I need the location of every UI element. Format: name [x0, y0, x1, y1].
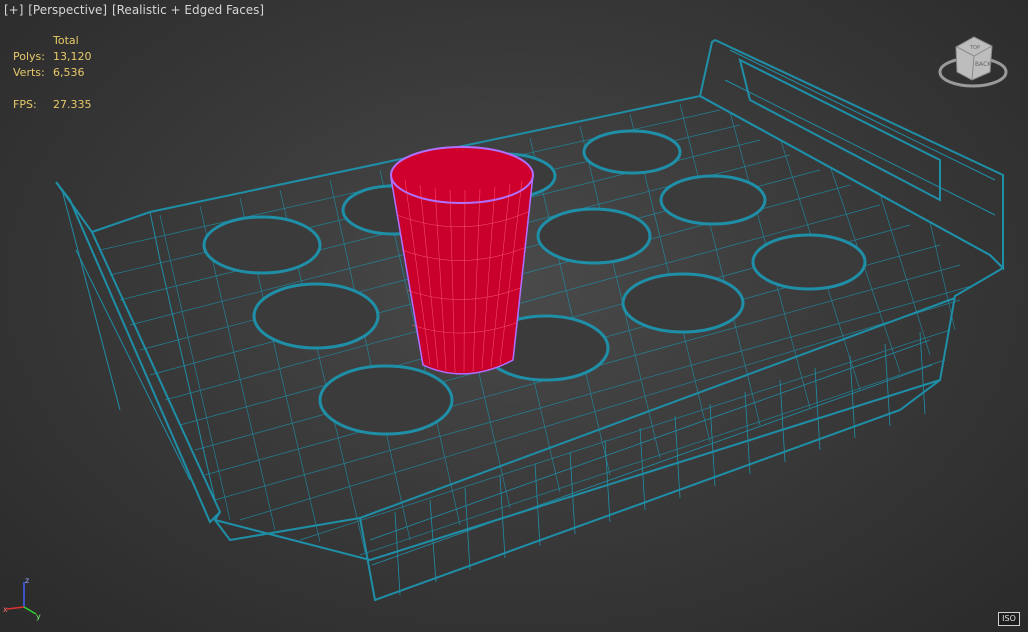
axis-x-label: x	[3, 605, 8, 614]
3d-viewport[interactable]: TOP BACK z x y [+] [Perspective] [Realis…	[0, 0, 1028, 632]
fps-value: 27.335	[53, 98, 92, 111]
tray-holes	[202, 129, 867, 436]
viewcube-top-label: TOP	[969, 45, 980, 51]
polys-label: Polys:	[13, 50, 45, 63]
axis-z-label: z	[25, 576, 29, 585]
scene-canvas[interactable]: TOP BACK z x y	[0, 0, 1028, 632]
axis-tripod: z x y	[3, 576, 41, 621]
iso-badge[interactable]: ISO	[998, 612, 1020, 626]
viewport-label-bar: [+] [Perspective] [Realistic + Edged Fac…	[4, 3, 265, 17]
viewport-shading-mode[interactable]: [Realistic + Edged Faces]	[112, 3, 264, 17]
viewport-menu-plus[interactable]: [+]	[4, 3, 23, 17]
verts-label: Verts:	[13, 66, 45, 79]
fps-label: FPS:	[13, 98, 37, 111]
stats-header: Total	[53, 34, 79, 47]
viewport-point-of-view[interactable]: [Perspective]	[28, 3, 107, 17]
polys-value: 13,120	[53, 50, 92, 63]
viewcube-face-label: BACK	[975, 61, 992, 68]
axis-y-label: y	[36, 612, 41, 621]
cup-object[interactable]	[390, 146, 534, 375]
verts-value: 6,536	[53, 66, 85, 79]
viewcube[interactable]: TOP BACK	[938, 36, 1008, 88]
